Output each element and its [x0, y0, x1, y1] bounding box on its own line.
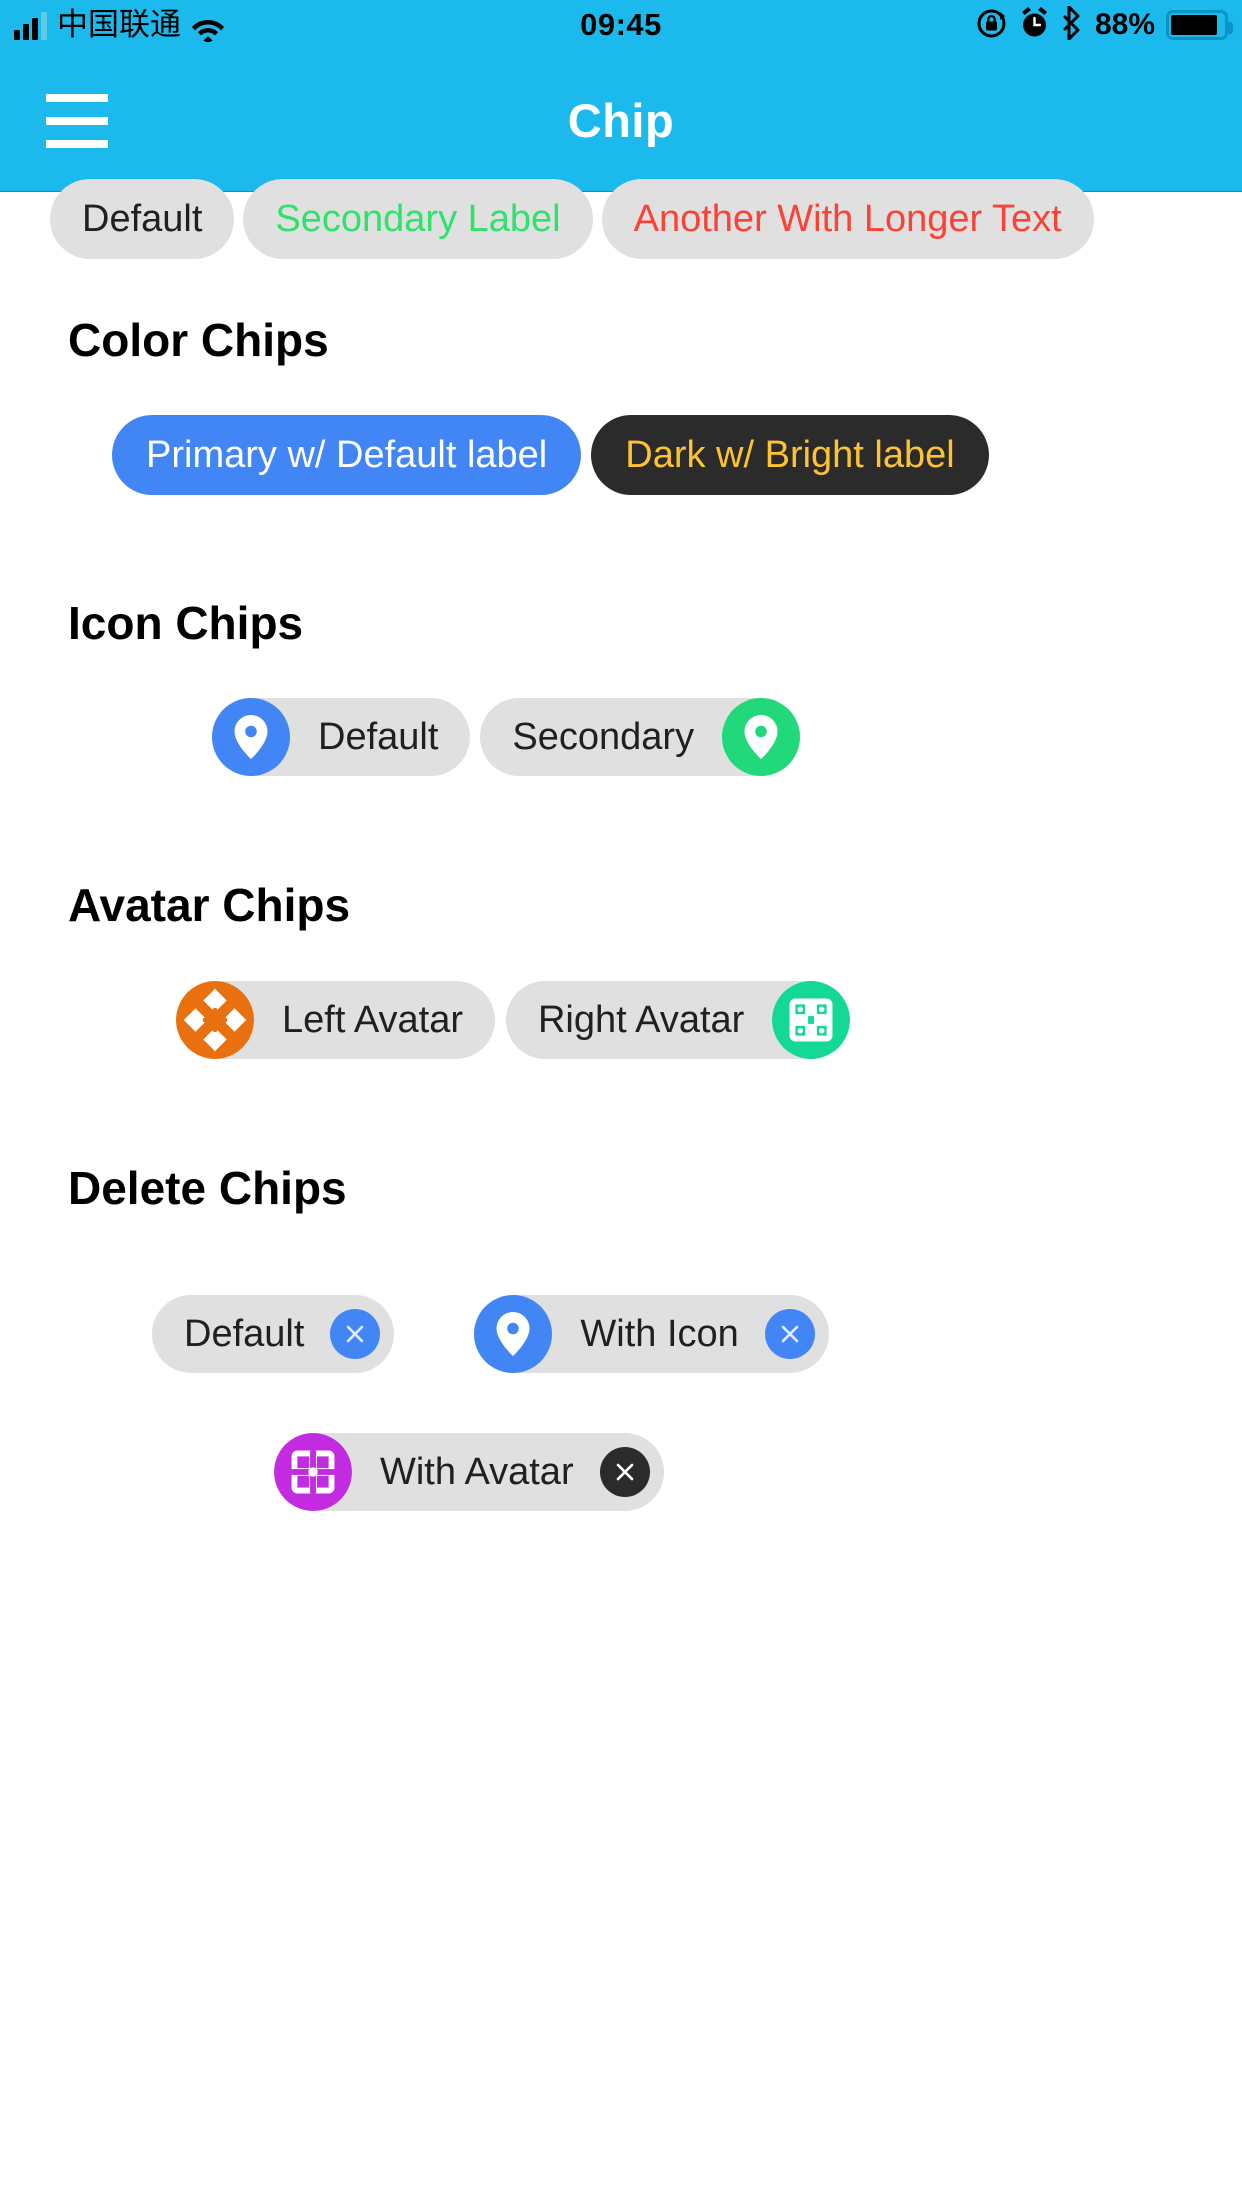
bluetooth-icon — [1061, 5, 1084, 45]
chip-label: Default — [82, 198, 203, 240]
chip-label: Left Avatar — [282, 999, 463, 1041]
chip-dark-bright-label[interactable]: Dark w/ Bright label — [591, 415, 989, 495]
battery-icon — [1166, 10, 1233, 40]
chip-delete-default[interactable]: Default — [152, 1295, 395, 1373]
delete-chips-row-1: Default With Icon — [152, 1295, 829, 1373]
rotation-lock-icon — [975, 6, 1008, 44]
chip-label: Default — [184, 1313, 305, 1355]
chip-default[interactable]: Default — [50, 179, 235, 259]
chip-label: With Icon — [580, 1313, 739, 1355]
section-title-avatar-chips: Avatar Chips — [68, 879, 351, 931]
chip-label: Default — [318, 716, 439, 758]
chip-right-avatar[interactable]: Right Avatar — [505, 981, 851, 1059]
close-circle-icon[interactable] — [330, 1309, 381, 1359]
basic-chips-row: Default Secondary Label Another With Lon… — [50, 179, 1094, 259]
purple-identicon-avatar — [274, 1433, 352, 1511]
chip-secondary-label[interactable]: Secondary Label — [243, 179, 593, 259]
app-header: Chip — [0, 50, 1242, 192]
icon-chips-row: Default Secondary — [212, 698, 801, 776]
page-title: Chip — [567, 94, 675, 147]
location-pin-icon — [212, 698, 290, 776]
alarm-clock-icon — [1019, 6, 1050, 44]
close-circle-icon[interactable] — [764, 1309, 815, 1359]
section-title-color-chips: Color Chips — [68, 314, 329, 366]
chip-label: Right Avatar — [537, 999, 745, 1041]
location-pin-icon — [722, 698, 801, 776]
chip-label: Secondary — [512, 716, 695, 758]
chip-left-avatar[interactable]: Left Avatar — [176, 981, 495, 1059]
chip-primary-default-label[interactable]: Primary w/ Default label — [112, 415, 582, 495]
chip-label: Primary w/ Default label — [146, 434, 548, 476]
status-bar: 中国联通 09:45 88% — [0, 0, 1242, 50]
teal-identicon-avatar — [772, 981, 851, 1059]
status-bar-right: 88% — [975, 0, 1233, 50]
chip-delete-with-avatar[interactable]: With Avatar — [274, 1433, 664, 1511]
main-content: Default Secondary Label Another With Lon… — [0, 179, 1242, 2208]
location-pin-icon — [474, 1295, 553, 1373]
close-circle-icon[interactable] — [599, 1447, 650, 1497]
chip-icon-secondary[interactable]: Secondary — [480, 698, 801, 776]
chip-label: Secondary Label — [275, 198, 561, 240]
chip-label: With Avatar — [380, 1451, 574, 1493]
chip-icon-default[interactable]: Default — [212, 698, 471, 776]
chip-delete-with-icon[interactable]: With Icon — [474, 1295, 829, 1373]
battery-percentage: 88% — [1094, 8, 1155, 41]
section-title-delete-chips: Delete Chips — [68, 1162, 347, 1214]
avatar-chips-row: Left Avatar Right Avatar — [176, 981, 851, 1059]
chip-another-with-longer-text[interactable]: Another With Longer Text — [601, 179, 1094, 259]
chip-label: Another With Longer Text — [633, 198, 1062, 240]
orange-identicon-avatar — [176, 981, 254, 1059]
delete-chips-row-2: With Avatar — [274, 1433, 664, 1511]
chip-label: Dark w/ Bright label — [625, 434, 955, 476]
section-title-icon-chips: Icon Chips — [68, 597, 304, 649]
color-chips-row: Primary w/ Default label Dark w/ Bright … — [112, 415, 989, 495]
